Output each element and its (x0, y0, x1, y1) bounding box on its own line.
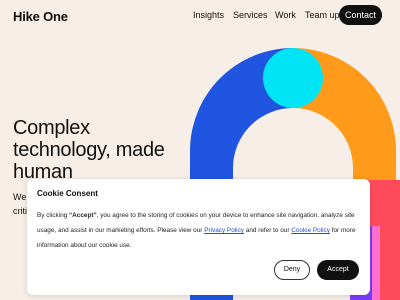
nav-insights[interactable]: Insights (193, 10, 224, 20)
cookie-text-accept: “Accept” (68, 212, 97, 219)
cookie-body: By clicking “Accept”, you agree to the s… (37, 208, 365, 253)
contact-button[interactable]: Contact (339, 5, 382, 25)
cookie-consent-dialog: Cookie Consent By clicking “Accept”, you… (27, 179, 370, 295)
cookie-text-mid2: and refer to our (243, 227, 292, 234)
ring-cyan-dot (263, 48, 323, 108)
site-header: Hike One Insights Services Work Team up … (0, 0, 400, 30)
logo[interactable]: Hike One (13, 9, 68, 24)
cookie-policy-link[interactable]: Cookie Policy (291, 227, 330, 234)
headline-line-2: technology, made (13, 139, 165, 161)
nav-team-up[interactable]: Team up (305, 10, 340, 20)
hero-headline: Complex technology, made human (13, 117, 183, 183)
cookie-title: Cookie Consent (37, 189, 98, 198)
nav-work[interactable]: Work (275, 10, 296, 20)
nav-services[interactable]: Services (233, 10, 268, 20)
cookie-text-prefix: By clicking (37, 212, 69, 219)
accept-button[interactable]: Accept (317, 260, 359, 280)
headline-line-1: Complex (13, 117, 90, 139)
privacy-policy-link[interactable]: Privacy Policy (204, 227, 244, 234)
deny-button[interactable]: Deny (274, 260, 310, 280)
